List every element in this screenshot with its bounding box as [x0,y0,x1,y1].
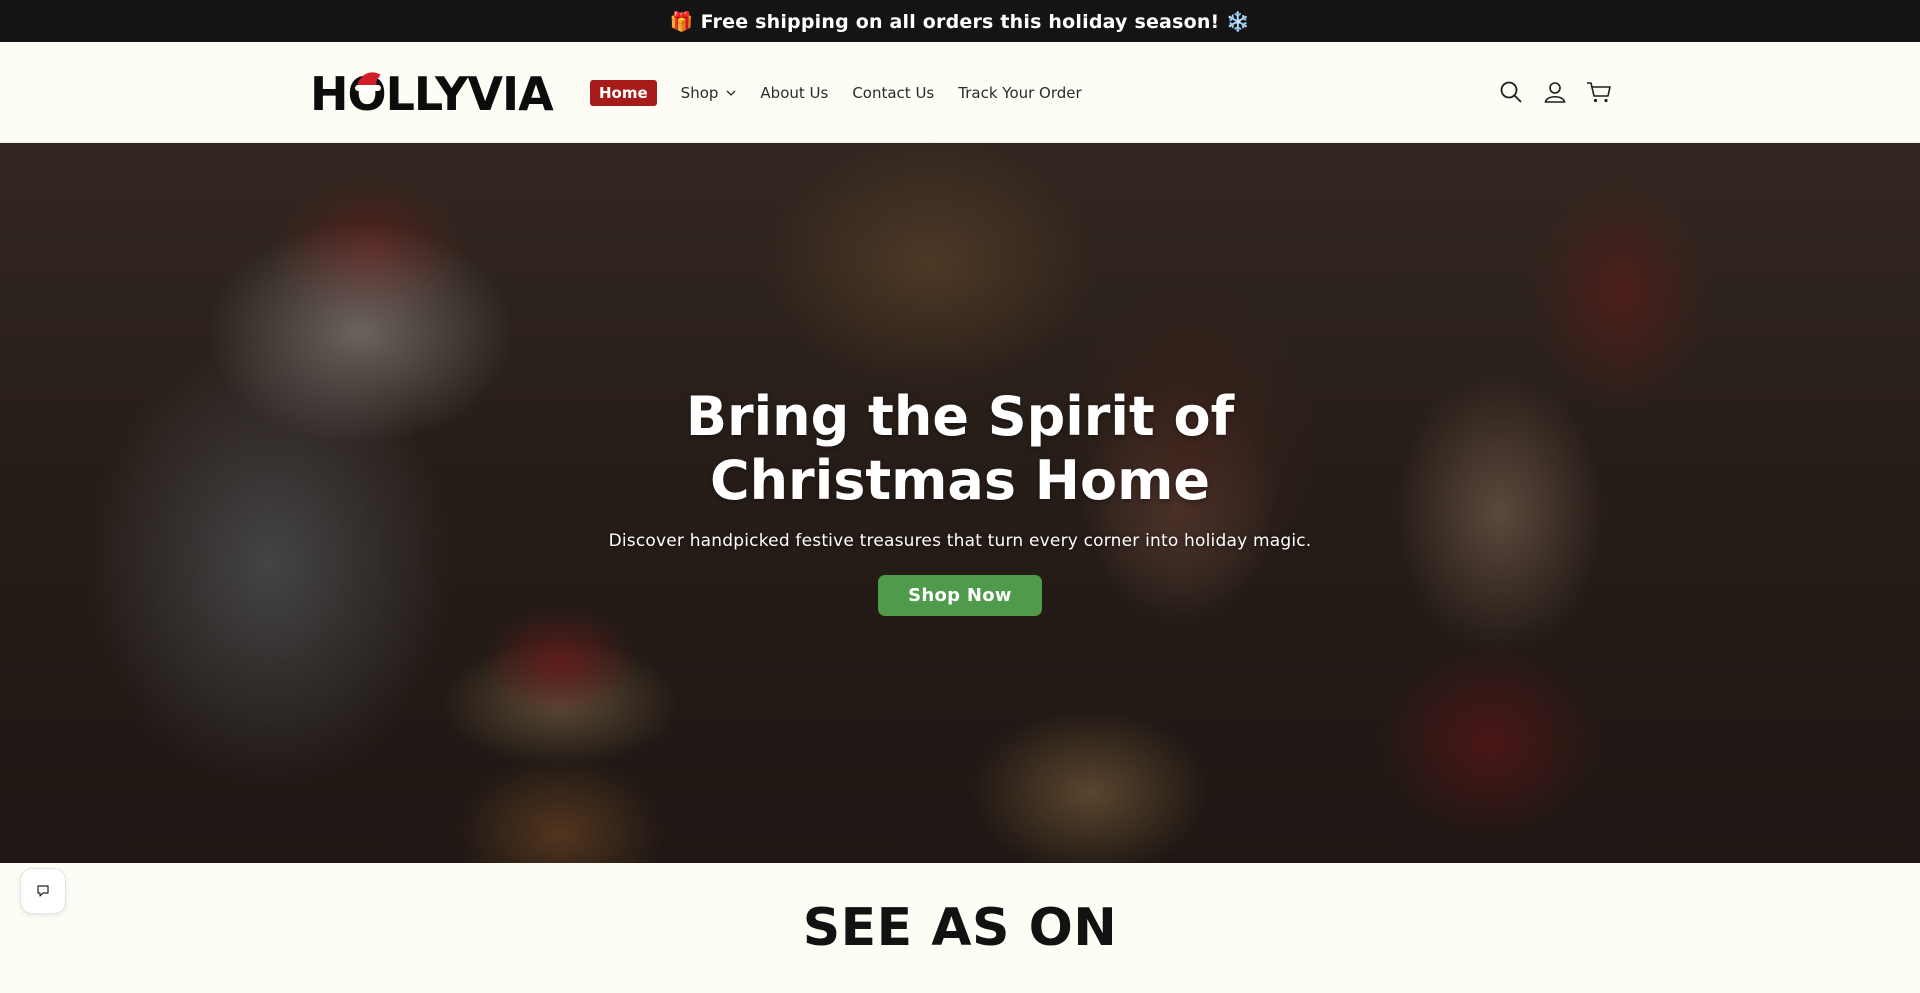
nav-item-shop[interactable]: Shop [681,84,737,102]
section-title: SEE AS ON [802,898,1118,958]
logo-text: HOLLYVIA [310,67,554,121]
site-header: HOLLYVIA Home Shop About Us Contact Us T… [0,42,1920,143]
announcement-text: 🎁 Free shipping on all orders this holid… [669,10,1251,33]
nav-item-shop-label: Shop [680,84,719,102]
hero-title: Bring the Spirit of Christmas Home [685,385,1235,512]
hero-banner: Bring the Spirit of Christmas Home Disco… [0,143,1920,863]
hero-content: Bring the Spirit of Christmas Home Disco… [0,385,1920,616]
chevron-down-icon [726,90,736,96]
nav-item-home[interactable]: Home [590,80,657,106]
chat-button[interactable] [20,868,66,914]
hero-subtitle: Discover handpicked festive treasures th… [608,531,1312,551]
santa-hat-icon [355,72,387,91]
announcement-bar: 🎁 Free shipping on all orders this holid… [0,0,1920,42]
main-nav: Home Shop About Us Contact Us Track Your… [590,80,1106,106]
cart-icon[interactable] [1586,79,1612,105]
logo[interactable]: HOLLYVIA [310,67,554,121]
chat-icon [37,885,49,897]
nav-item-contact[interactable]: Contact Us [852,84,934,102]
nav-item-track-order[interactable]: Track Your Order [958,84,1081,102]
nav-item-about[interactable]: About Us [760,84,828,102]
shop-now-button[interactable]: Shop Now [878,575,1042,616]
account-icon[interactable] [1542,79,1568,105]
search-icon[interactable] [1498,79,1524,105]
